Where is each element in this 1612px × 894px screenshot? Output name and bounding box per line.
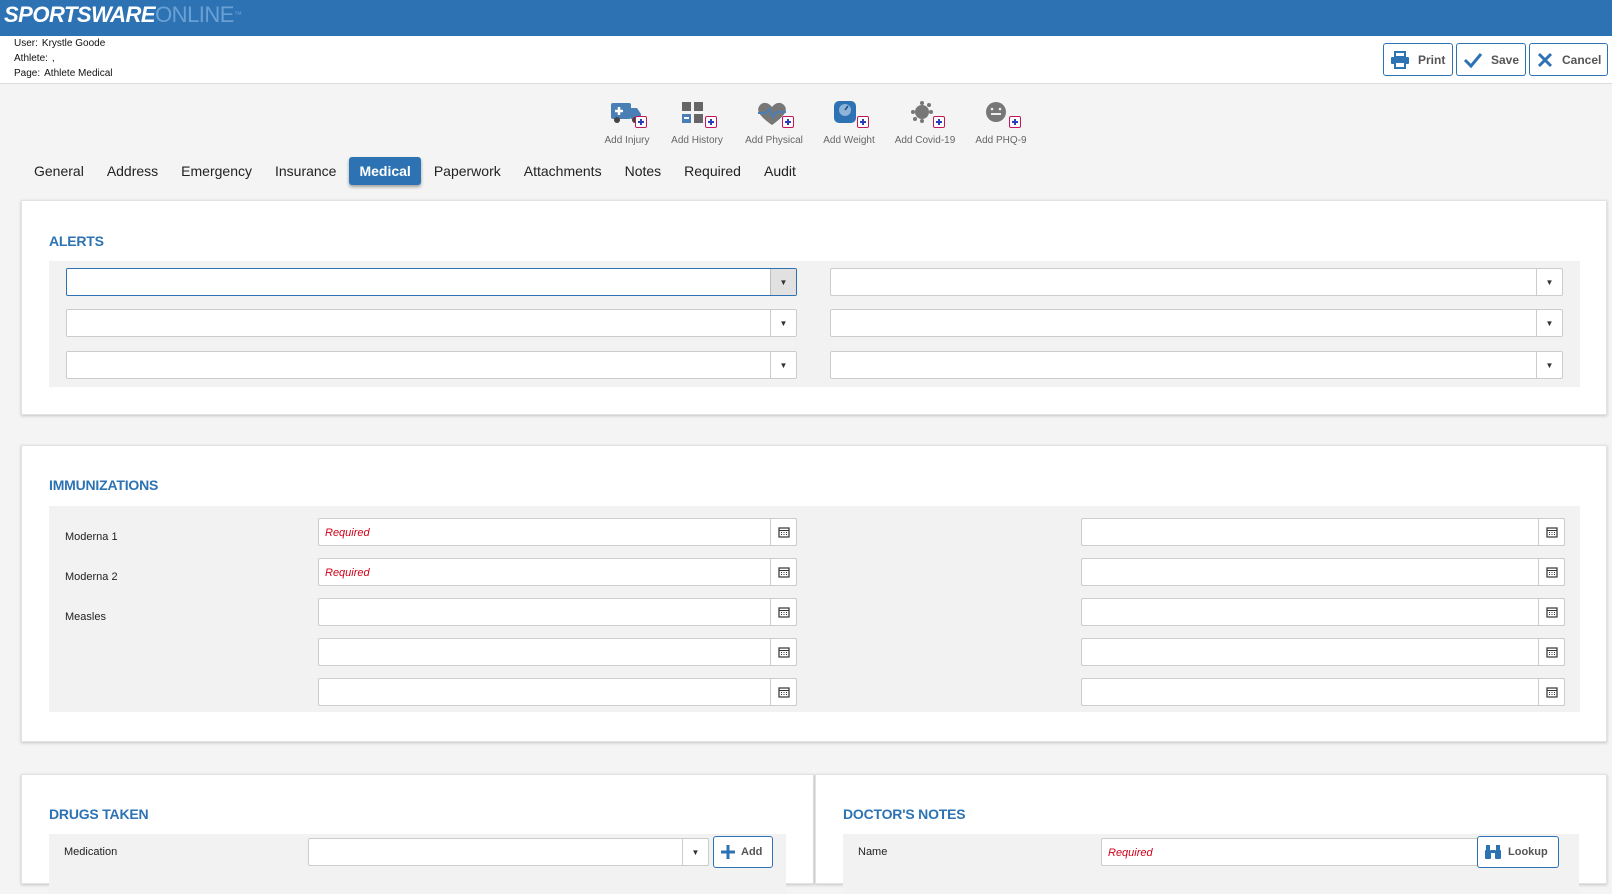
alert-select-5[interactable]: ▼ xyxy=(66,351,797,379)
add-medication-button[interactable]: Add xyxy=(713,836,773,868)
tab-insurance[interactable]: Insurance xyxy=(265,157,346,185)
add-covid19-button[interactable]: Add Covid-19 xyxy=(893,100,957,148)
measles-date-input-5[interactable] xyxy=(318,678,797,706)
doctor-notes-panel: Name Required Lookup xyxy=(843,834,1579,894)
calendar-icon[interactable] xyxy=(1538,559,1564,585)
alerts-card: ALERTS ▼ ▼ ▼ ▼ ▼ ▼ xyxy=(21,200,1607,415)
add-physical-button[interactable]: Add Physical xyxy=(742,100,806,148)
calendar-icon[interactable] xyxy=(1538,639,1564,665)
moderna1-date-input-2[interactable] xyxy=(1081,518,1565,546)
doctor-name-input[interactable]: Required xyxy=(1101,838,1478,866)
moderna1-date-input[interactable]: Required xyxy=(318,518,797,546)
calendar-icon[interactable] xyxy=(770,559,796,585)
user-name: Krystle Goode xyxy=(41,38,106,49)
info-bar: User: Krystle Goode Athlete:, Page: Athlet… xyxy=(0,36,1612,84)
ambulance-icon xyxy=(605,100,649,130)
alerts-panel: ▼ ▼ ▼ ▼ ▼ ▼ xyxy=(49,261,1580,387)
doctor-notes-card: DOCTOR'S NOTES Name Required Lookup xyxy=(815,774,1607,894)
athlete-name: , xyxy=(51,53,55,64)
brand-logo: SPORTSWAREONLINE™ xyxy=(4,2,242,27)
checkmark-icon xyxy=(1463,50,1483,70)
chevron-down-icon[interactable]: ▼ xyxy=(770,269,796,295)
tab-emergency[interactable]: Emergency xyxy=(171,157,262,185)
doctor-notes-title: DOCTOR'S NOTES xyxy=(843,806,966,822)
measles-date-input-3[interactable] xyxy=(318,638,797,666)
add-history-button[interactable]: Add History xyxy=(668,100,726,148)
tab-required[interactable]: Required xyxy=(674,157,751,185)
add-weight-button[interactable]: Add Weight xyxy=(820,100,878,148)
cancel-button[interactable]: Cancel xyxy=(1529,43,1608,76)
face-icon xyxy=(979,100,1023,130)
history-grid-icon xyxy=(675,100,719,130)
tab-address[interactable]: Address xyxy=(97,157,168,185)
heart-pulse-icon xyxy=(752,100,796,130)
drugs-panel: Medication ▼ Add xyxy=(49,834,786,894)
tab-paperwork[interactable]: Paperwork xyxy=(424,157,511,185)
drugs-title: DRUGS TAKEN xyxy=(49,806,149,822)
medication-label: Medication xyxy=(64,846,118,858)
page-info: Page: Athlete Medical xyxy=(14,68,113,79)
chevron-down-icon[interactable]: ▼ xyxy=(1536,310,1562,336)
tab-audit[interactable]: Audit xyxy=(754,157,806,185)
measles-date-input-1[interactable] xyxy=(318,598,797,626)
alert-select-6[interactable]: ▼ xyxy=(830,351,1563,379)
add-injury-button[interactable]: Add Injury xyxy=(600,100,654,148)
top-bar: SPORTSWAREONLINE™ xyxy=(0,0,1612,36)
calendar-icon[interactable] xyxy=(1538,599,1564,625)
moderna2-date-input[interactable]: Required xyxy=(318,558,797,586)
calendar-icon[interactable] xyxy=(770,519,796,545)
calendar-icon[interactable] xyxy=(1538,679,1564,705)
scale-icon xyxy=(827,100,871,130)
immunization-label-moderna2: Moderna 2 xyxy=(65,571,118,583)
drugs-card: DRUGS TAKEN Medication ▼ Add xyxy=(21,774,814,894)
chevron-down-icon[interactable]: ▼ xyxy=(682,839,708,865)
immunization-label-moderna1: Moderna 1 xyxy=(65,531,118,543)
chevron-down-icon[interactable]: ▼ xyxy=(770,310,796,336)
lookup-button[interactable]: Lookup xyxy=(1477,836,1559,868)
tab-medical[interactable]: Medical xyxy=(349,157,421,185)
tab-bar: General Address Emergency Insurance Medi… xyxy=(24,155,809,187)
print-button[interactable]: Print xyxy=(1383,43,1453,76)
alert-select-1[interactable]: ▼ xyxy=(66,268,797,296)
measles-date-input-4[interactable] xyxy=(1081,638,1565,666)
immunization-label-measles: Measles xyxy=(65,611,106,623)
medication-select[interactable]: ▼ xyxy=(308,838,709,866)
add-phq9-button[interactable]: Add PHQ-9 xyxy=(972,100,1030,148)
brand-tm: ™ xyxy=(233,10,242,19)
page-name: Athlete Medical xyxy=(44,68,113,79)
alert-select-2[interactable]: ▼ xyxy=(830,268,1563,296)
measles-date-input-6[interactable] xyxy=(1081,678,1565,706)
brand-light: ONLINE xyxy=(155,2,234,27)
close-icon xyxy=(1536,50,1554,70)
plus-icon xyxy=(720,844,736,860)
measles-date-input-2[interactable] xyxy=(1081,598,1565,626)
doctor-name-label: Name xyxy=(858,846,888,858)
calendar-icon[interactable] xyxy=(1538,519,1564,545)
athlete-info: Athlete:, xyxy=(14,53,55,64)
save-button[interactable]: Save xyxy=(1456,43,1526,76)
chevron-down-icon[interactable]: ▼ xyxy=(770,352,796,378)
immunizations-title: IMMUNIZATIONS xyxy=(49,477,159,493)
brand-bold: SPORTSWARE xyxy=(4,2,156,27)
alert-select-4[interactable]: ▼ xyxy=(830,309,1563,337)
moderna2-date-input-2[interactable] xyxy=(1081,558,1565,586)
immunizations-card: IMMUNIZATIONS Moderna 1 Required Moderna… xyxy=(21,445,1607,742)
calendar-icon[interactable] xyxy=(770,599,796,625)
printer-icon xyxy=(1390,50,1410,70)
chevron-down-icon[interactable]: ▼ xyxy=(1536,269,1562,295)
chevron-down-icon[interactable]: ▼ xyxy=(1536,352,1562,378)
alerts-title: ALERTS xyxy=(49,233,104,249)
user-info: User: Krystle Goode xyxy=(14,38,106,49)
binoculars-icon xyxy=(1484,844,1502,860)
immunizations-panel: Moderna 1 Required Moderna 2 Required Me… xyxy=(49,506,1580,712)
tab-notes[interactable]: Notes xyxy=(615,157,672,185)
calendar-icon[interactable] xyxy=(770,639,796,665)
tab-general[interactable]: General xyxy=(24,157,94,185)
alert-select-3[interactable]: ▼ xyxy=(66,309,797,337)
virus-icon xyxy=(903,100,947,130)
calendar-icon[interactable] xyxy=(770,679,796,705)
tab-attachments[interactable]: Attachments xyxy=(514,157,612,185)
